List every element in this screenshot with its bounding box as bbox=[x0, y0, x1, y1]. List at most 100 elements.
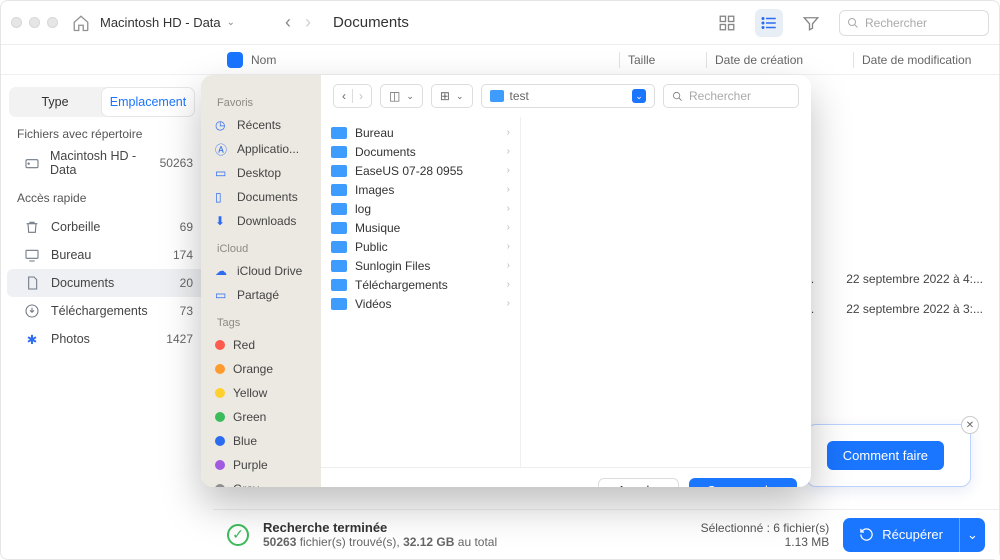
recover-button[interactable]: Récupérer bbox=[843, 518, 959, 552]
sidebar-item-desktop[interactable]: Bureau174 bbox=[7, 241, 207, 269]
icloud-drive[interactable]: ☁iCloud Drive bbox=[207, 259, 315, 283]
table-row[interactable]: à... 22 septembre 2022 à 3:... bbox=[798, 295, 983, 323]
folder-row[interactable]: Vidéos› bbox=[321, 294, 520, 313]
folder-icon bbox=[331, 241, 347, 253]
trash-icon bbox=[23, 219, 41, 235]
fav-applications[interactable]: ⒶApplicatio... bbox=[207, 137, 315, 161]
dialog-nav-arrows[interactable]: ‹› bbox=[333, 84, 372, 108]
folder-row[interactable]: Images› bbox=[321, 180, 520, 199]
save-dialog: Favoris ◷Récents ⒶApplicatio... ▭Desktop… bbox=[201, 75, 811, 487]
volume-count: 50263 bbox=[160, 156, 193, 170]
list-view-button[interactable] bbox=[755, 9, 783, 37]
left-sidebar: Type Emplacement Fichiers avec répertoir… bbox=[1, 75, 213, 511]
dialog-path-selector[interactable]: test ⌄ bbox=[481, 84, 656, 108]
folder-row[interactable]: Public› bbox=[321, 237, 520, 256]
tag-red[interactable]: Red bbox=[207, 333, 315, 357]
tag-green[interactable]: Green bbox=[207, 405, 315, 429]
home-icon bbox=[72, 14, 90, 32]
dir-caption: Fichiers avec répertoire bbox=[17, 127, 213, 141]
tab-location[interactable]: Emplacement bbox=[101, 87, 195, 117]
tag-gray[interactable]: Gray bbox=[207, 477, 315, 487]
photos-icon: ✱ bbox=[23, 332, 41, 347]
col-size[interactable]: Taille bbox=[628, 53, 698, 67]
tag-dot-icon bbox=[215, 436, 225, 446]
sidebar-item-downloads[interactable]: Téléchargements73 bbox=[7, 297, 207, 325]
sidebar-item-trash[interactable]: Corbeille69 bbox=[7, 213, 207, 241]
download-icon bbox=[23, 303, 41, 319]
col-modified[interactable]: Date de modification bbox=[862, 53, 971, 67]
grid-view-button[interactable] bbox=[713, 9, 741, 37]
column-headers: Nom Taille Date de création Date de modi… bbox=[1, 45, 999, 75]
dialog-search-input[interactable]: Rechercher bbox=[663, 84, 799, 108]
folder-row[interactable]: EaseUS 07-28 0955› bbox=[321, 161, 520, 180]
folder-icon bbox=[331, 222, 347, 234]
status-detail: 50263 fichier(s) trouvé(s), 32.12 GB au … bbox=[263, 535, 497, 549]
download-icon: ⬇ bbox=[215, 214, 229, 228]
volume-label: Macintosh HD - Data bbox=[50, 149, 160, 177]
fav-downloads[interactable]: ⬇Downloads bbox=[207, 209, 315, 233]
folder-row[interactable]: Sunlogin Files› bbox=[321, 256, 520, 275]
fav-recents[interactable]: ◷Récents bbox=[207, 113, 315, 137]
breadcrumb: Documents bbox=[333, 14, 409, 31]
icloud-shared[interactable]: ▭Partagé bbox=[207, 283, 315, 307]
sidebar-item-documents[interactable]: Documents20 bbox=[7, 269, 207, 297]
tag-purple[interactable]: Purple bbox=[207, 453, 315, 477]
chevron-right-icon: › bbox=[507, 165, 510, 176]
folder-row[interactable]: Bureau› bbox=[321, 123, 520, 142]
table-row[interactable]: 13... 22 septembre 2022 à 4:... bbox=[791, 265, 983, 293]
desktop-icon bbox=[23, 247, 41, 263]
chevron-right-icon: › bbox=[507, 127, 510, 138]
search-input[interactable]: Rechercher bbox=[839, 10, 989, 36]
dialog-view-columns[interactable]: ◫⌄ bbox=[380, 84, 423, 108]
filter-button[interactable] bbox=[797, 9, 825, 37]
folder-icon bbox=[331, 298, 347, 310]
save-button[interactable]: Sauvegarder bbox=[689, 478, 797, 488]
app-badge-icon bbox=[227, 52, 243, 68]
fav-documents[interactable]: ▯Documents bbox=[207, 185, 315, 209]
close-icon[interactable]: ✕ bbox=[961, 416, 979, 434]
folder-icon bbox=[331, 165, 347, 177]
favorites-header: Favoris bbox=[217, 97, 315, 109]
window-controls[interactable] bbox=[11, 17, 58, 28]
document-icon: ▯ bbox=[215, 190, 229, 204]
chevron-down-icon: ⌄ bbox=[227, 17, 235, 28]
chevron-right-icon: › bbox=[507, 279, 510, 290]
nav-back-button[interactable]: ‹ bbox=[285, 12, 291, 33]
tags-header: Tags bbox=[217, 317, 315, 329]
chevron-right-icon: › bbox=[507, 184, 510, 195]
icloud-header: iCloud bbox=[217, 243, 315, 255]
col-created[interactable]: Date de création bbox=[715, 53, 845, 67]
folder-row[interactable]: Documents› bbox=[321, 142, 520, 161]
chevron-updown-icon: ⌄ bbox=[632, 89, 646, 103]
tab-type[interactable]: Type bbox=[9, 87, 101, 117]
recover-split-button[interactable]: ⌄ bbox=[959, 518, 985, 552]
help-button[interactable]: Comment faire bbox=[827, 441, 944, 470]
selected-size: 1.13 MB bbox=[701, 535, 830, 549]
chevron-right-icon: › bbox=[507, 146, 510, 157]
tag-yellow[interactable]: Yellow bbox=[207, 381, 315, 405]
col-name[interactable]: Nom bbox=[251, 53, 611, 67]
clock-icon: ◷ bbox=[215, 118, 229, 132]
cancel-button[interactable]: Annuler bbox=[598, 478, 679, 488]
nav-forward-button[interactable]: › bbox=[305, 12, 311, 33]
folder-row[interactable]: log› bbox=[321, 199, 520, 218]
folder-row[interactable]: Téléchargements› bbox=[321, 275, 520, 294]
chevron-right-icon: › bbox=[507, 203, 510, 214]
volume-row[interactable]: Macintosh HD - Data 50263 bbox=[7, 149, 207, 177]
selected-count: Sélectionné : 6 fichier(s) bbox=[701, 521, 830, 535]
chevron-right-icon: › bbox=[507, 298, 510, 309]
tag-dot-icon bbox=[215, 364, 225, 374]
search-icon bbox=[847, 17, 859, 29]
folder-row[interactable]: Musique› bbox=[321, 218, 520, 237]
dialog-view-grid[interactable]: ⊞⌄ bbox=[431, 84, 473, 108]
folder-icon bbox=[331, 279, 347, 291]
fav-desktop[interactable]: ▭Desktop bbox=[207, 161, 315, 185]
folder-icon bbox=[331, 203, 347, 215]
sidebar-item-photos[interactable]: ✱ Photos1427 bbox=[7, 325, 207, 353]
sidebar-tabs: Type Emplacement bbox=[9, 87, 195, 117]
search-icon bbox=[672, 91, 683, 102]
tag-dot-icon bbox=[215, 460, 225, 470]
tag-blue[interactable]: Blue bbox=[207, 429, 315, 453]
volume-selector[interactable]: Macintosh HD - Data ⌄ bbox=[100, 15, 235, 30]
tag-orange[interactable]: Orange bbox=[207, 357, 315, 381]
